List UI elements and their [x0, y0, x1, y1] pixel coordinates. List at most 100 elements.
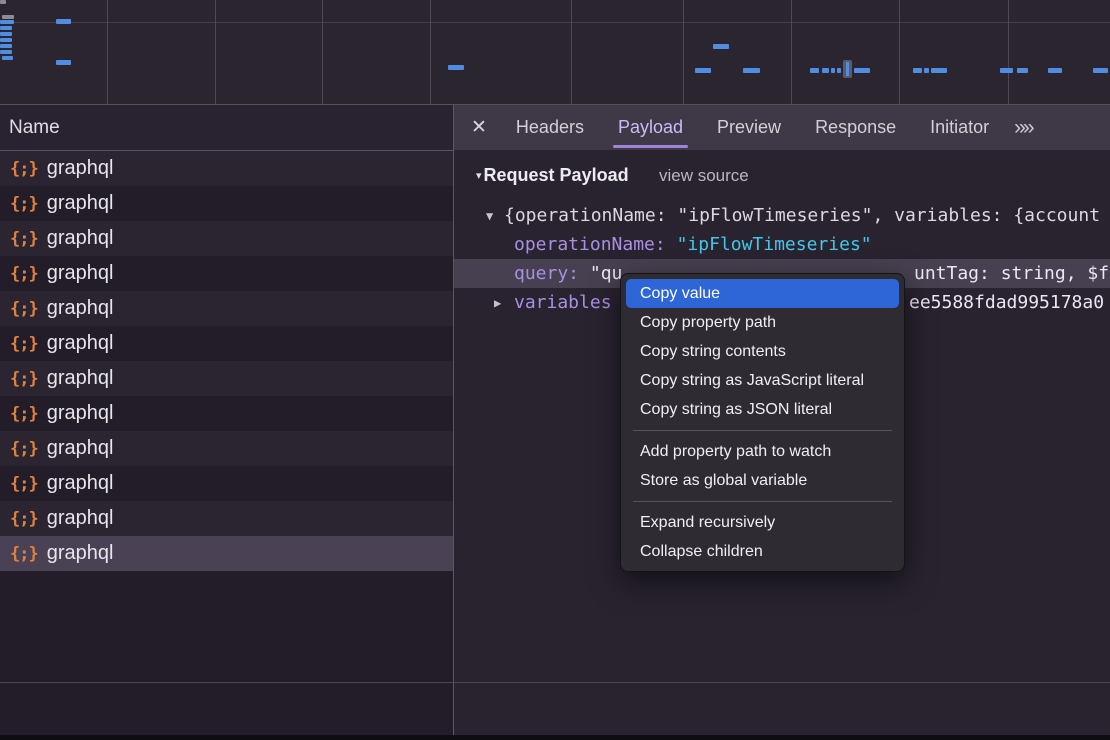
request-timeline-bar[interactable]	[1093, 68, 1108, 73]
json-braces-icon: {;}	[10, 194, 38, 214]
overview-gridline	[683, 0, 684, 104]
request-timeline-bar[interactable]	[0, 20, 14, 24]
request-name: graphql	[47, 227, 114, 250]
request-timeline-bar[interactable]	[1048, 68, 1062, 73]
property-value: "ipFlowTimeseries"	[677, 234, 872, 255]
request-row[interactable]: {;}graphql	[0, 396, 453, 431]
property-key: query:	[514, 263, 579, 284]
request-timeline-bar[interactable]	[931, 68, 947, 73]
network-overview[interactable]	[0, 0, 1110, 105]
request-row[interactable]: {;}graphql	[0, 291, 453, 326]
tab-strip: HeadersPayloadPreviewResponseInitiator	[499, 105, 1006, 150]
request-timeline-bar[interactable]	[713, 44, 729, 49]
request-timeline-bar[interactable]	[810, 68, 819, 73]
request-timeline-bar[interactable]	[2, 15, 14, 19]
menu-item-copy-string-as-javascript-literal[interactable]: Copy string as JavaScript literal	[626, 366, 899, 395]
request-row[interactable]: {;} graphql	[0, 256, 453, 291]
operation-name-row[interactable]: operationName: "ipFlowTimeseries"	[454, 230, 1110, 259]
overview-gridline	[430, 0, 431, 104]
request-name: graphql	[47, 192, 114, 215]
menu-item-copy-property-path[interactable]: Copy property path	[626, 308, 899, 337]
request-name: graphql	[47, 332, 114, 355]
more-tabs-icon[interactable]: »»	[1014, 116, 1031, 140]
menu-item-copy-string-as-json-literal[interactable]: Copy string as JSON literal	[626, 395, 899, 424]
request-row[interactable]: {;}graphql	[0, 151, 453, 186]
json-braces-icon: {;}	[10, 404, 38, 424]
menu-item-collapse-children[interactable]: Collapse children	[626, 537, 899, 566]
menu-item-expand-recursively[interactable]: Expand recursively	[626, 508, 899, 537]
request-timeline-bar[interactable]	[913, 68, 922, 73]
json-braces-icon: {;}	[10, 544, 38, 564]
devtools-network-panel: Name {;}graphql{;}graphql{;}graphql{;}gr…	[0, 0, 1110, 740]
menu-item-copy-string-contents[interactable]: Copy string contents	[626, 337, 899, 366]
name-column-header[interactable]: Name	[0, 105, 453, 151]
request-row[interactable]: {;}graphql	[0, 431, 453, 466]
request-timeline-bar[interactable]	[743, 68, 760, 73]
request-payload-title[interactable]: ▾ Request Payload	[476, 165, 629, 186]
json-braces-icon: {;}	[10, 264, 38, 284]
menu-separator	[633, 430, 892, 431]
request-row[interactable]: {;} graphql	[0, 536, 453, 571]
request-timeline-bar[interactable]	[837, 68, 841, 73]
request-timeline-bar[interactable]	[56, 19, 71, 24]
root-preview-text: {operationName: "ipFlowTimeseries", vari…	[504, 205, 1100, 226]
request-timeline-bar[interactable]	[56, 60, 71, 65]
request-timeline-bar[interactable]	[1017, 68, 1028, 73]
request-list-panel: Name {;}graphql{;}graphql{;}graphql{;}gr…	[0, 105, 453, 735]
request-timeline-bar[interactable]	[2, 56, 13, 60]
overview-gridline	[1008, 0, 1009, 104]
request-timeline-bar[interactable]	[0, 0, 6, 4]
request-timeline-bar[interactable]	[0, 44, 12, 48]
variables-preview-right: ee5588fdad995178a0	[909, 288, 1104, 317]
request-list: {;} graphql {;} graphql {;} graphql {;} graphql…	[0, 151, 453, 571]
details-tab-bar: ✕ HeadersPayloadPreviewResponseInitiator…	[454, 105, 1110, 150]
menu-item-copy-value[interactable]: Copy value	[626, 279, 899, 308]
overview-gridline	[107, 0, 108, 104]
tab-payload[interactable]: Payload	[601, 105, 700, 150]
request-timeline-bar[interactable]	[822, 68, 829, 73]
tab-preview[interactable]: Preview	[700, 105, 798, 150]
expanded-arrow-icon[interactable]: ▼	[486, 202, 493, 231]
request-timeline-bar[interactable]	[1000, 68, 1013, 73]
close-icon[interactable]: ✕	[471, 116, 487, 139]
request-timeline-bar[interactable]	[924, 68, 929, 73]
request-row[interactable]: {;}graphql	[0, 361, 453, 396]
panel-divider[interactable]	[453, 104, 454, 735]
context-menu: Copy valueCopy property pathCopy string …	[620, 273, 905, 572]
request-timeline-bar[interactable]	[831, 68, 835, 73]
view-source-link[interactable]: view source	[659, 166, 749, 186]
request-row[interactable]: {;}graphql	[0, 221, 453, 256]
request-row[interactable]: {;}graphql	[0, 466, 453, 501]
tab-initiator[interactable]: Initiator	[913, 105, 1006, 150]
menu-item-add-property-path-to-watch[interactable]: Add property path to watch	[626, 437, 899, 466]
timeline-marker[interactable]	[843, 60, 852, 78]
request-timeline-bar[interactable]	[854, 68, 870, 73]
property-key: operationName:	[514, 234, 666, 255]
payload-root-row[interactable]: ▼ {operationName: "ipFlowTimeseries", va…	[454, 201, 1110, 230]
request-timeline-bar[interactable]	[0, 32, 12, 36]
overview-gridline	[791, 0, 792, 104]
json-braces-icon: {;}	[10, 474, 38, 494]
request-timeline-bar[interactable]	[0, 50, 12, 54]
json-braces-icon: {;}	[10, 299, 38, 319]
section-disclosure-icon: ▾	[476, 169, 482, 182]
json-braces-icon: {;}	[10, 159, 38, 179]
request-name: graphql	[47, 367, 114, 390]
request-name: graphql	[47, 542, 114, 565]
window-bottom-edge	[0, 735, 1110, 740]
request-row[interactable]: {;}graphql	[0, 501, 453, 536]
request-timeline-bar[interactable]	[695, 68, 711, 73]
request-name: graphql	[47, 262, 114, 285]
property-value-left: "qu	[590, 263, 623, 284]
tab-response[interactable]: Response	[798, 105, 913, 150]
request-row[interactable]: {;} graphql	[0, 326, 453, 361]
collapsed-arrow-icon[interactable]: ▶	[494, 289, 501, 318]
request-row[interactable]: {;} graphql	[0, 186, 453, 221]
request-timeline-bar[interactable]	[0, 26, 12, 30]
menu-item-store-as-global-variable[interactable]: Store as global variable	[626, 466, 899, 495]
request-timeline-bar[interactable]	[0, 38, 12, 42]
json-braces-icon: {;}	[10, 334, 38, 354]
tab-headers[interactable]: Headers	[499, 105, 601, 150]
overview-gridline	[215, 0, 216, 104]
request-timeline-bar[interactable]	[448, 65, 464, 70]
